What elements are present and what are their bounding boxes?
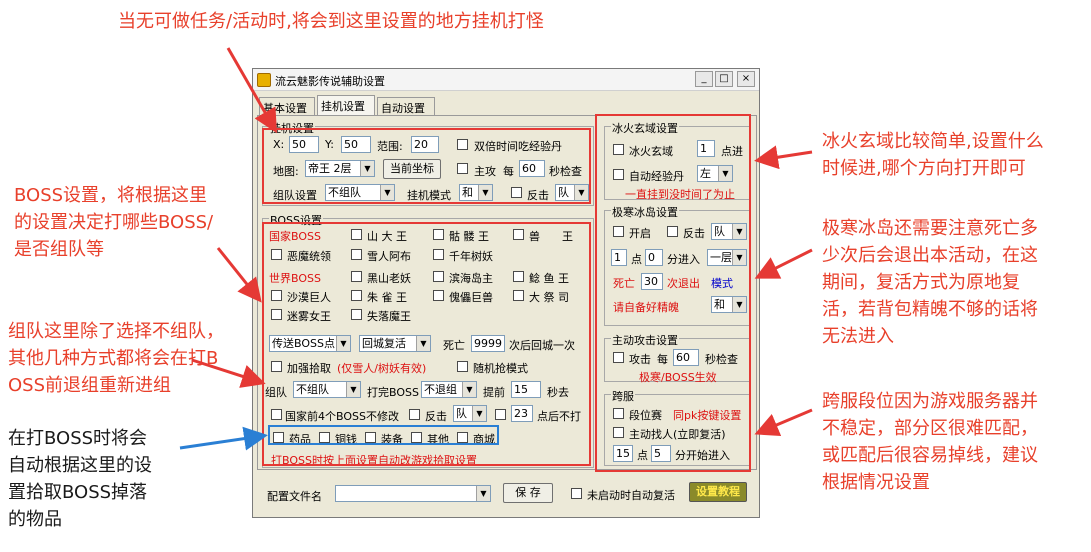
- tab-auto[interactable]: 自动设置: [377, 97, 435, 115]
- note-island-3: 期间，复活方式为原地复: [822, 272, 1020, 293]
- note-boss-3: 是否组队等: [14, 239, 104, 260]
- arrow-cross: [754, 408, 813, 437]
- close-button[interactable]: ×: [737, 71, 755, 87]
- note-cross-4: 根据情况设置: [822, 472, 930, 493]
- config-select[interactable]: ▼: [335, 485, 491, 502]
- note-hangup: 当无可做任务/活动时,将会到这里设置的地方挂机打怪: [118, 11, 544, 32]
- note-cross-1: 跨服段位因为游戏服务器并: [822, 391, 1038, 412]
- arrow-pickup: [179, 426, 268, 451]
- title-bar[interactable]: 流云魅影传说辅助设置 _ □ ×: [253, 69, 759, 91]
- save-button[interactable]: 保 存: [503, 483, 553, 503]
- tutorial-button[interactable]: 设置教程: [689, 482, 747, 502]
- app-icon: [257, 73, 271, 87]
- arrow-icefire: [754, 145, 813, 170]
- note-icefire-1: 冰火玄域比较简单,设置什么: [822, 131, 1044, 152]
- window-title: 流云魅影传说辅助设置: [275, 75, 385, 88]
- pickup-highlight: [268, 425, 499, 445]
- auto-revive-checkbox[interactable]: [571, 488, 582, 499]
- note-pickup-2: 自动根据这里的设: [8, 455, 152, 476]
- note-island-5: 无法进入: [822, 326, 894, 347]
- note-island-1: 极寒冰岛还需要注意死亡多: [822, 218, 1038, 239]
- arrow-island: [754, 248, 813, 279]
- right-highlight: [595, 114, 751, 472]
- minimize-button[interactable]: _: [695, 71, 713, 87]
- maximize-button[interactable]: □: [715, 71, 733, 87]
- tab-basic[interactable]: 基本设置: [259, 97, 315, 115]
- note-pickup-3: 置拾取BOSS掉落: [8, 482, 148, 503]
- note-boss-1: BOSS设置，将根据这里: [14, 185, 208, 206]
- hangup-highlight: [262, 128, 591, 204]
- note-team-3: OSS前退组重新进组: [8, 375, 172, 396]
- note-island-4: 活，若背包精魄不够的话将: [822, 299, 1038, 320]
- chevron-down-icon: ▼: [476, 486, 490, 501]
- note-cross-3: 或匹配后很容易掉线，建议: [822, 445, 1038, 466]
- note-boss-2: 的设置决定打哪些BOSS/: [14, 212, 214, 233]
- note-pickup-1: 在打BOSS时将会: [8, 428, 148, 449]
- note-icefire-2: 时候进,哪个方向打开即可: [822, 158, 1026, 179]
- config-label: 配置文件名: [267, 490, 322, 503]
- note-team-1: 组队这里除了选择不组队，: [8, 321, 224, 342]
- tab-hangup[interactable]: 挂机设置: [317, 95, 375, 115]
- note-team-2: 其他几种方式都将会在打B: [8, 348, 219, 369]
- note-cross-2: 不稳定，部分区很难匹配，: [822, 418, 1038, 439]
- note-pickup-4: 的物品: [8, 509, 62, 530]
- auto-revive-label: 未启动时自动复活: [587, 489, 675, 502]
- note-island-2: 少次后会退出本活动，在这: [822, 245, 1038, 266]
